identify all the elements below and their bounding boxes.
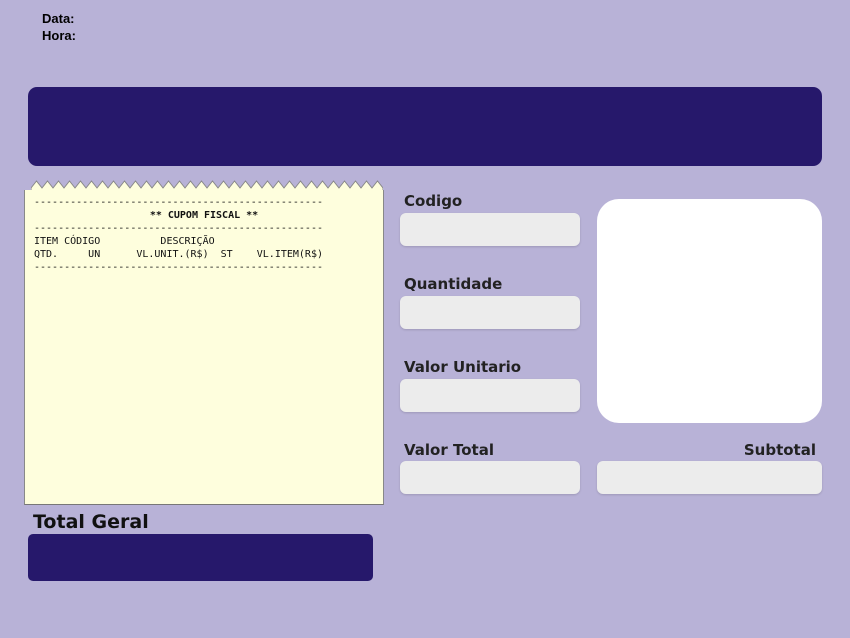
receipt-columns-row1: ITEM CÓDIGO DESCRIÇÃO xyxy=(34,236,215,247)
quantidade-label: Quantidade xyxy=(404,275,503,293)
time-label: Hora: xyxy=(42,28,76,43)
quantidade-input[interactable] xyxy=(400,296,580,329)
receipt-columns-row2: QTD. UN VL.UNIT.(R$) ST VL.ITEM(R$) xyxy=(34,249,323,260)
valor-unitario-label: Valor Unitario xyxy=(404,358,522,376)
receipt-title: ** CUPOM FISCAL ** xyxy=(149,210,259,221)
receipt-separator-mid: ----------------------------------------… xyxy=(34,223,323,234)
receipt-panel: ----------------------------------------… xyxy=(24,190,384,505)
valor-unitario-input[interactable] xyxy=(400,379,580,412)
valor-total-label: Valor Total xyxy=(404,441,494,459)
receipt-separator-top: ----------------------------------------… xyxy=(34,197,323,208)
codigo-input[interactable] xyxy=(400,213,580,246)
total-geral-display xyxy=(28,534,373,581)
product-image-box xyxy=(597,199,822,423)
subtotal-label: Subtotal xyxy=(743,441,816,459)
subtotal-input[interactable] xyxy=(597,461,822,494)
receipt-separator-bottom: ----------------------------------------… xyxy=(34,262,323,273)
date-time-info: Data: Hora: xyxy=(42,10,76,44)
valor-total-input[interactable] xyxy=(400,461,580,494)
total-geral-label: Total Geral xyxy=(33,511,149,533)
product-name-banner xyxy=(28,87,822,166)
date-label: Data: xyxy=(42,11,75,26)
codigo-label: Codigo xyxy=(404,192,463,210)
